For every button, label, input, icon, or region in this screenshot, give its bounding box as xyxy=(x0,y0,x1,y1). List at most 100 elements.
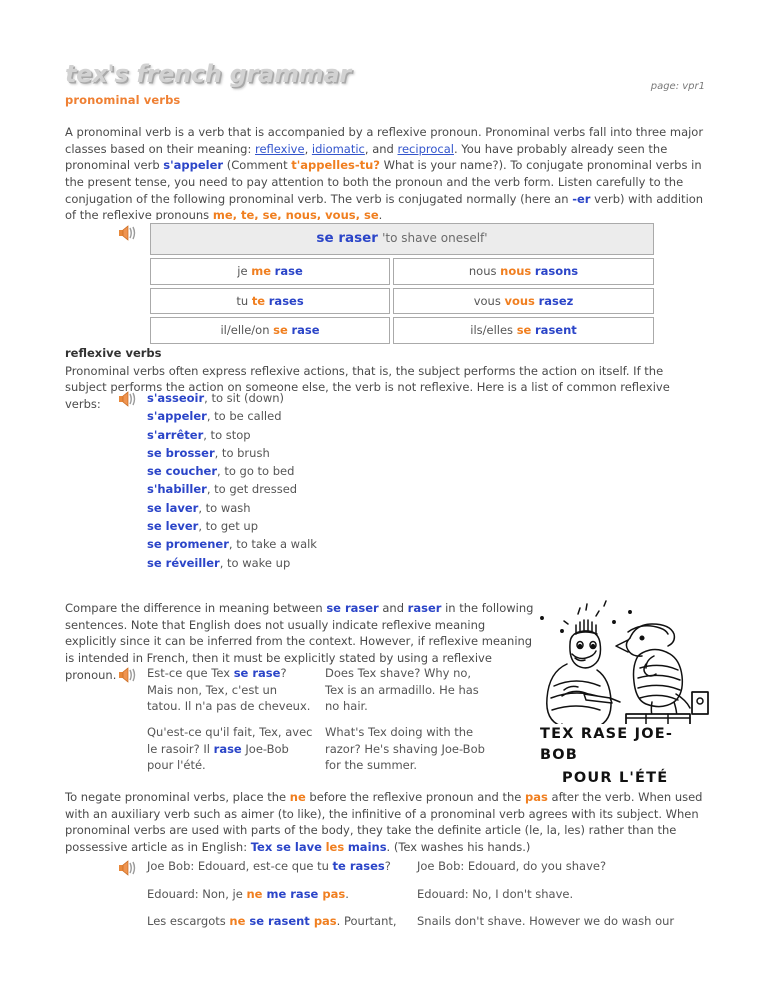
neg-text-a: To negate pronominal verbs, place the xyxy=(65,790,290,804)
list-item: se brosser, to brush xyxy=(147,444,317,462)
reflexive-pronoun: me xyxy=(251,263,272,278)
article-les: les xyxy=(325,840,345,855)
reflexive-pronoun: se xyxy=(273,323,288,338)
term-pas: pas xyxy=(525,790,548,804)
table-row: tu te rases vous vous rasez xyxy=(150,287,654,315)
table-row: je me rase nous nous rasons xyxy=(150,257,654,285)
verb-form: rase xyxy=(274,263,303,278)
term-se-raser: se raser xyxy=(326,601,379,615)
list-item: se lever, to get up xyxy=(147,517,317,535)
dialogue-pas: pas xyxy=(313,914,337,929)
term-raser: raser xyxy=(407,601,442,615)
example-row: Qu'est-ce qu'il fait, Tex, avec le rasoi… xyxy=(147,724,587,774)
reflexive-pronoun: te xyxy=(251,293,266,308)
dialogue-fr-end: . Pourtant, xyxy=(336,914,397,929)
example-french: Qu'est-ce qu'il fait, Tex, avec le rasoi… xyxy=(147,724,325,774)
verb-form: rasons xyxy=(534,263,579,278)
subject: ils/elles xyxy=(470,323,514,338)
noun-mains: mains xyxy=(347,840,387,855)
neg-text-b: before the reflexive pronoun and the xyxy=(305,790,526,804)
example-fr-highlight: se rase xyxy=(233,666,281,680)
verb-en: , to wash xyxy=(198,500,251,515)
page-root: tex's french grammar pronominal verbs pa… xyxy=(0,0,768,994)
verb-fr: s'habiller xyxy=(147,482,207,497)
dialogue-english: Edouard: No, I don't shave. xyxy=(417,886,574,901)
compare-text-a: Compare the difference in meaning betwee… xyxy=(65,601,327,615)
verb-form: rasez xyxy=(538,293,574,308)
reflexive-verb-list: s'asseoir, to sit (down) s'appeler, to b… xyxy=(147,389,317,572)
dialogue-ne: ne xyxy=(246,886,263,901)
verb-en: , to get dressed xyxy=(206,482,298,497)
conj-cell-tu: tu te rases xyxy=(150,287,391,315)
conjugation-header-cell: se raser 'to shave oneself' xyxy=(150,223,654,255)
subject: je xyxy=(237,263,248,278)
verb-fr: se promener xyxy=(147,537,229,552)
page-reference: page: vpr1 xyxy=(650,81,705,92)
example-tex-se-lave: Tex se lave xyxy=(250,840,322,855)
dialogue-english: Joe Bob: Edouard, do you shave? xyxy=(417,859,607,873)
dialogue-pas: pas xyxy=(322,886,346,901)
verb-en: , to stop xyxy=(203,427,251,442)
speaker-icon[interactable] xyxy=(118,860,138,876)
intro-sep-2: , and xyxy=(364,141,398,156)
verb-en: , to sit (down) xyxy=(204,391,285,405)
compare-text-b: and xyxy=(378,601,408,615)
verb-form: rasent xyxy=(535,323,577,338)
dialogue-fr-a: Edouard: Non, je xyxy=(147,886,247,901)
dialogue-row: Les escargots ne se rasent pas. Pourtant… xyxy=(147,913,727,930)
page-header: tex's french grammar pronominal verbs pa… xyxy=(65,60,705,108)
neg-text-d: . (Tex washes his hands.) xyxy=(386,840,531,855)
speaker-icon[interactable] xyxy=(118,667,138,683)
link-reciprocal[interactable]: reciprocal xyxy=(398,142,454,156)
link-reflexive[interactable]: reflexive xyxy=(255,142,305,156)
verb-fr: s'appeler xyxy=(147,409,207,424)
dialogue-french: Edouard: Non, je ne me rase pas. xyxy=(147,886,417,903)
verb-fr: se laver xyxy=(147,500,199,515)
list-item: s'appeler, to be called xyxy=(147,407,317,425)
dialogue-fr-b: ? xyxy=(384,859,391,873)
conj-cell-ils-elles: ils/elles se rasent xyxy=(393,317,654,344)
header-verb: se raser xyxy=(316,230,378,246)
intro-text-c: (Comment xyxy=(223,158,292,173)
example-row: Est-ce que Tex se rase? Mais non, Tex, c… xyxy=(147,665,587,715)
speaker-icon[interactable] xyxy=(118,391,138,407)
dialogue-fr-highlight: te rases xyxy=(332,859,385,873)
term-er-ending: -er xyxy=(572,191,591,206)
negation-dialogue-grid: Joe Bob: Edouard, est-ce que tu te rases… xyxy=(147,858,727,941)
list-item: se réveiller, to wake up xyxy=(147,554,317,572)
conjugation-table: se raser 'to shave oneself' je me rase n… xyxy=(147,220,657,347)
subject: tu xyxy=(236,293,249,308)
example-french: Est-ce que Tex se rase? Mais non, Tex, c… xyxy=(147,665,325,715)
verb-en: , to be called xyxy=(206,409,282,424)
subject: il/elle/on xyxy=(220,323,270,338)
dialogue-fr-end: . xyxy=(345,886,349,901)
conj-cell-vous: vous vous rasez xyxy=(393,287,654,315)
comparison-examples-grid: Est-ce que Tex se rase? Mais non, Tex, c… xyxy=(147,665,587,783)
verb-fr: se coucher xyxy=(147,464,218,479)
verb-form: rases xyxy=(268,293,304,308)
reflexive-pronoun: vous xyxy=(504,293,535,308)
list-item: se coucher, to go to bed xyxy=(147,462,317,480)
example-fr-a: Est-ce que Tex xyxy=(147,666,234,680)
speaker-icon[interactable] xyxy=(118,225,138,241)
dialogue-english: Snails don't shave. However we do wash o… xyxy=(417,914,675,929)
verb-en: , to brush xyxy=(214,445,270,460)
verb-en: , to go to bed xyxy=(217,464,295,479)
example-english: Does Tex shave? Why no, Tex is an armadi… xyxy=(325,666,479,714)
subject: vous xyxy=(473,293,501,308)
verb-en: , to get up xyxy=(198,519,258,534)
dialogue-verb: me rase xyxy=(262,886,323,901)
conj-cell-je: je me rase xyxy=(150,257,391,285)
dialogue-verb: se rasent xyxy=(245,914,314,929)
site-title: tex's french grammar xyxy=(65,60,351,88)
subject: nous xyxy=(468,263,497,278)
list-item: s'arrêter, to stop xyxy=(147,426,317,444)
reflexive-pronoun: se xyxy=(516,323,532,338)
intro-sep-1: , xyxy=(304,141,312,156)
conj-cell-il-elle-on: il/elle/on se rase xyxy=(150,317,391,344)
dialogue-row: Joe Bob: Edouard, est-ce que tu te rases… xyxy=(147,858,727,875)
link-idiomatic[interactable]: idiomatic xyxy=(312,142,365,156)
dialogue-ne: ne xyxy=(229,914,246,929)
table-row: il/elle/on se rase ils/elles se rasent xyxy=(150,317,654,344)
conj-cell-nous: nous nous rasons xyxy=(393,257,654,285)
